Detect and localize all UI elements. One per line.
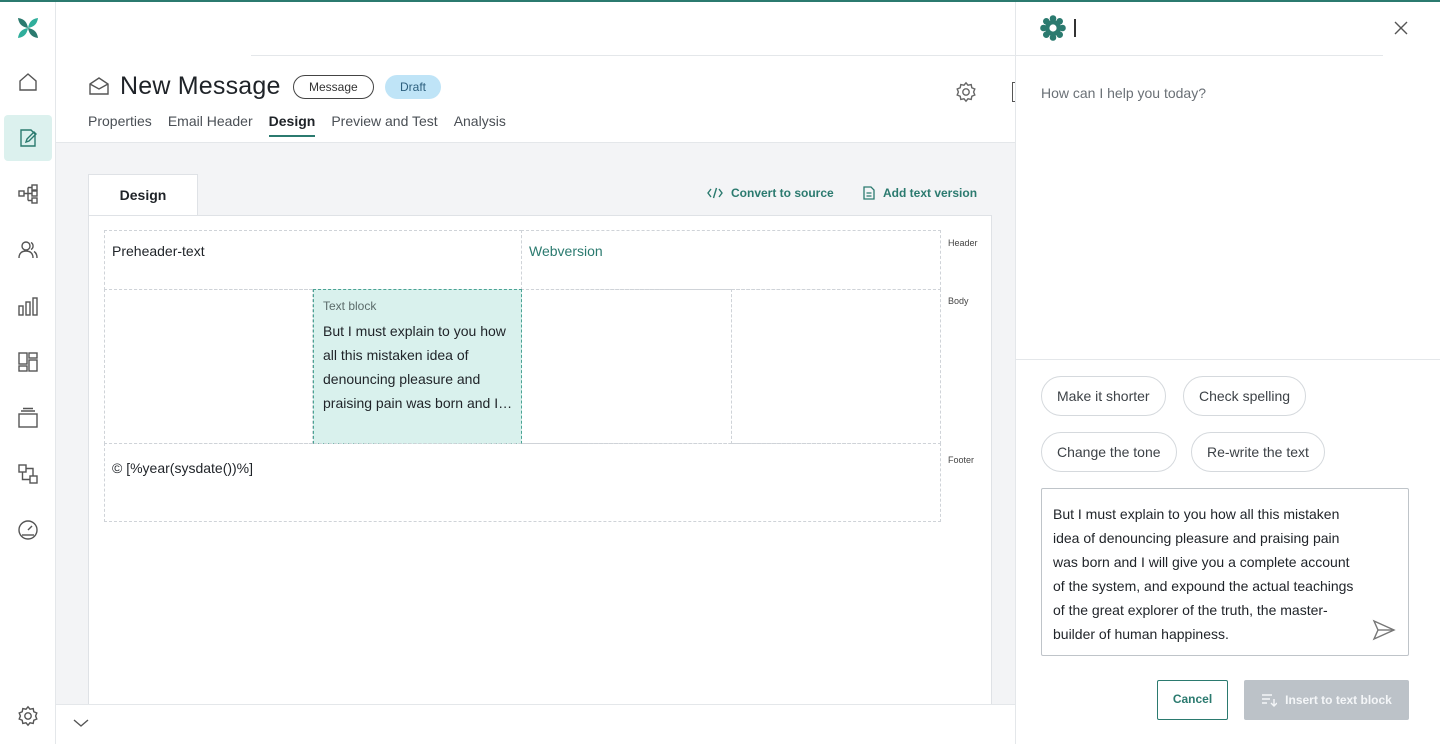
suggestion-rewrite-text[interactable]: Re-write the text: [1191, 432, 1325, 472]
suggestion-make-shorter[interactable]: Make it shorter: [1041, 376, 1166, 416]
message-settings-gear-icon[interactable]: [955, 81, 977, 103]
tab-properties[interactable]: Properties: [88, 113, 152, 137]
archive-icon[interactable]: [4, 395, 52, 441]
cancel-button[interactable]: Cancel: [1157, 680, 1228, 720]
ai-panel-header: [1016, 2, 1440, 57]
envelope-icon: [88, 76, 110, 96]
integrations-icon[interactable]: [4, 451, 52, 497]
close-icon[interactable]: [1393, 20, 1409, 36]
ai-text-input[interactable]: But I must explain to you how all this m…: [1041, 488, 1409, 656]
webversion-link[interactable]: Webversion: [529, 243, 603, 259]
type-badge: Message: [293, 75, 374, 99]
convert-to-source-label: Convert to source: [731, 186, 834, 200]
divider: [1016, 359, 1440, 360]
dashboard-icon[interactable]: [4, 339, 52, 385]
brand-logo-icon[interactable]: [16, 16, 40, 40]
text-block-content: But I must explain to you how all this m…: [323, 323, 506, 411]
preheader-cell[interactable]: [104, 230, 522, 290]
left-nav-rail: [0, 2, 56, 744]
add-text-version-button[interactable]: Add text version: [863, 186, 977, 200]
suggestion-check-spelling[interactable]: Check spelling: [1183, 376, 1307, 416]
edit-message-icon[interactable]: [4, 115, 52, 161]
text-block-label: Text block: [323, 299, 377, 313]
tab-analysis[interactable]: Analysis: [454, 113, 506, 137]
insert-to-text-block-button[interactable]: Insert to text block: [1244, 680, 1409, 720]
insert-to-text-block-label: Insert to text block: [1285, 693, 1392, 707]
message-header: New Message Message Draft Properties Ema…: [56, 56, 1018, 143]
body-cell-3[interactable]: [521, 289, 732, 444]
send-icon[interactable]: [1372, 619, 1396, 641]
tab-preview-and-test[interactable]: Preview and Test: [331, 113, 437, 137]
insert-text-icon: [1262, 694, 1278, 707]
footer-cell[interactable]: [104, 443, 941, 522]
status-badge: Draft: [385, 75, 442, 99]
selected-text-block[interactable]: Text block But I must explain to you how…: [313, 289, 522, 444]
footer-zone-label: Footer: [948, 455, 975, 465]
body-zone-label: Body: [948, 296, 969, 306]
top-bar: [56, 2, 1015, 57]
preheader-text: Preheader-text: [112, 243, 205, 259]
header-zone-label: Header: [948, 238, 978, 248]
tab-design[interactable]: Design: [268, 113, 316, 137]
ai-assistant-icon: [1040, 15, 1066, 41]
settings-icon[interactable]: [4, 693, 52, 739]
ai-assistant-panel: How can I help you today? Make it shorte…: [1015, 2, 1440, 744]
tab-email-header[interactable]: Email Header: [168, 113, 253, 137]
flow-icon[interactable]: [4, 171, 52, 217]
speed-icon[interactable]: [4, 507, 52, 553]
footer-text: © [%year(sysdate())%]: [112, 460, 254, 476]
contacts-icon[interactable]: [4, 227, 52, 273]
body-cell-1[interactable]: [104, 289, 313, 444]
webversion-cell[interactable]: [521, 230, 941, 290]
body-cell-4[interactable]: [731, 289, 941, 444]
ai-greeting: How can I help you today?: [1041, 85, 1206, 101]
document-icon: [863, 186, 875, 200]
design-canvas: Design Convert to source Add text versio…: [56, 143, 1015, 704]
message-tabs: Properties Email Header Design Preview a…: [88, 113, 506, 137]
add-text-version-label: Add text version: [883, 186, 978, 200]
page-title: New Message: [120, 72, 281, 100]
email-design-panel: Preheader-text Webversion Header Body Te…: [88, 215, 992, 704]
code-icon: [707, 187, 723, 199]
chevron-down-icon[interactable]: [73, 718, 89, 728]
home-icon[interactable]: [4, 59, 52, 105]
design-subtab[interactable]: Design: [88, 174, 198, 216]
bottom-bar: [56, 704, 1015, 744]
convert-to-source-button[interactable]: Convert to source: [707, 186, 834, 200]
suggestion-change-tone[interactable]: Change the tone: [1041, 432, 1177, 472]
text-cursor: [1074, 19, 1076, 37]
analytics-icon[interactable]: [4, 283, 52, 329]
